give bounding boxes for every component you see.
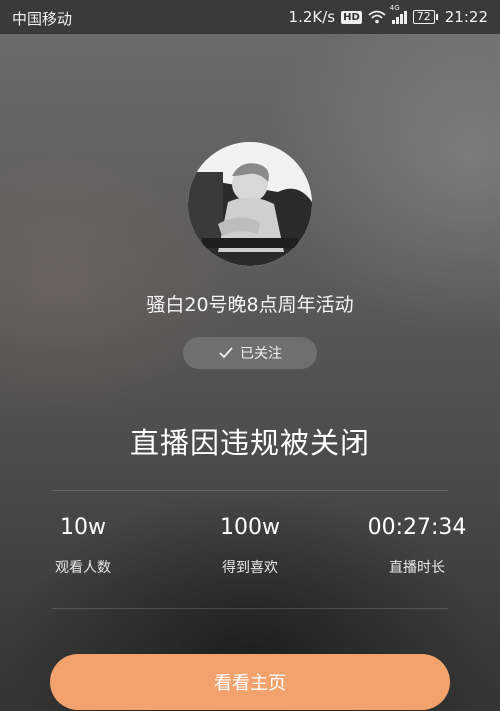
divider-bottom xyxy=(52,608,448,609)
follow-button[interactable]: 已关注 xyxy=(183,337,317,369)
streamer-name: 骚白20号晚8点周年活动 xyxy=(146,294,354,316)
check-icon xyxy=(219,347,233,359)
wifi-icon xyxy=(368,10,386,24)
status-indicators: 1.2K/s HD 4G 72 21:22 xyxy=(288,4,488,27)
carrier-label: 中国移动 xyxy=(12,10,73,28)
stat-value: 00:27:34 xyxy=(367,515,467,540)
hd-icon: HD xyxy=(341,10,362,24)
stat-label: 得到喜欢 xyxy=(222,560,278,576)
avatar-illustration xyxy=(188,142,312,266)
battery-icon: 72 xyxy=(412,10,438,24)
stat-viewers: 10w 观看人数 xyxy=(3,515,163,577)
follow-label: 已关注 xyxy=(240,346,282,362)
stat-duration: 00:27:34 直播时长 xyxy=(337,515,497,577)
stream-stats: 10w 观看人数 100w 得到喜欢 00:27:34 直播时长 xyxy=(0,515,500,595)
signal-icon: 4G xyxy=(390,4,407,24)
stat-likes: 100w 得到喜欢 xyxy=(170,515,330,577)
clock: 21:22 xyxy=(444,8,488,26)
status-bar: 中国移动 1.2K/s HD 4G 72 21:22 xyxy=(0,0,500,34)
net-type-label: 4G xyxy=(389,3,400,12)
stat-label: 观看人数 xyxy=(55,560,111,576)
stat-value: 100w xyxy=(220,515,280,540)
blurred-background xyxy=(0,34,500,711)
view-homepage-button[interactable]: 看看主页 xyxy=(50,654,450,710)
network-speed: 1.2K/s xyxy=(288,8,336,26)
divider-top xyxy=(52,490,448,491)
avatar[interactable] xyxy=(188,142,312,266)
stream-closed-message: 直播因违规被关闭 xyxy=(129,426,370,460)
stat-label: 直播时长 xyxy=(389,560,445,576)
stat-value: 10w xyxy=(60,515,106,540)
